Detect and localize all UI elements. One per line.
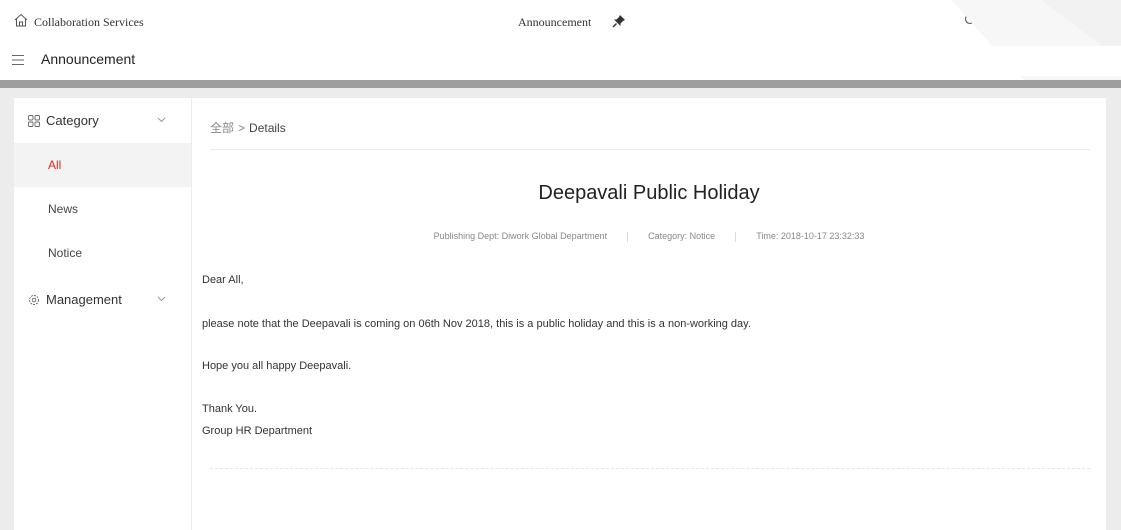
- sidebar-group-management[interactable]: Management: [14, 280, 191, 320]
- breadcrumb-root[interactable]: 全部: [210, 121, 234, 135]
- body-paragraph: please note that the Deepavali is coming…: [202, 318, 751, 330]
- breadcrumb: 全部 > Details: [210, 119, 286, 136]
- meta-dept: Publishing Dept: Diwork Global Departmen…: [433, 231, 608, 241]
- network-icon[interactable]: [1003, 11, 1021, 29]
- sidebar-item-notice[interactable]: Notice: [14, 231, 191, 275]
- sub-header: Announcement: [0, 46, 1121, 76]
- body-paragraph: Hope you all happy Deepavali.: [202, 360, 352, 372]
- chevron-down-icon: [157, 296, 166, 302]
- pin-icon[interactable]: [612, 14, 626, 28]
- article-meta: Publishing Dept: Diwork Global Departmen…: [192, 231, 1106, 242]
- sidebar-item-label: Notice: [48, 246, 83, 260]
- home-icon[interactable]: [14, 13, 28, 27]
- chevron-down-icon: [157, 117, 166, 123]
- sidebar-item-news[interactable]: News: [14, 187, 191, 231]
- meta-category: Category: Notice: [648, 231, 716, 241]
- sidebar-item-label: News: [48, 202, 79, 216]
- category-icon: [28, 115, 40, 127]
- breadcrumb-current: Details: [249, 121, 286, 135]
- divider: [210, 149, 1090, 150]
- meta-divider: [735, 231, 737, 242]
- sidebar-group-label: Management: [46, 292, 122, 307]
- sidebar: Category All News Notice Management: [14, 98, 191, 530]
- sidebar-group-category[interactable]: Category: [14, 101, 191, 141]
- app-name[interactable]: Collaboration Services: [34, 15, 144, 30]
- page-center-title: Announcement: [518, 15, 592, 29]
- menu-icon[interactable]: [12, 54, 24, 66]
- sidebar-item-all[interactable]: All: [14, 143, 191, 187]
- meta-divider: [627, 231, 629, 242]
- article-title: Deepavali Public Holiday: [538, 182, 760, 204]
- main-content: 全部 > Details Deepavali Public Holiday Publ…: [192, 98, 1106, 530]
- sidebar-group-label: Category: [46, 113, 99, 128]
- breadcrumb-separator: >: [238, 121, 246, 135]
- sidebar-item-label: All: [48, 158, 62, 172]
- body-signature: Group HR Department: [202, 425, 313, 437]
- search-icon[interactable]: [962, 11, 980, 29]
- meta-time: Time: 2018-10-17 23:32:33: [756, 231, 865, 241]
- notification-dot: [1102, 13, 1106, 17]
- sub-header-title: Announcement: [41, 51, 136, 67]
- body-closing: Thank You.: [202, 403, 258, 415]
- gear-icon: [29, 295, 39, 305]
- body-greeting: Dear All,: [202, 274, 244, 286]
- dashed-divider: [210, 468, 1090, 469]
- top-bar: Collaboration Services Announcement: [0, 0, 1121, 46]
- divider-band: [0, 80, 1121, 88]
- apps-icon[interactable]: [1042, 11, 1060, 29]
